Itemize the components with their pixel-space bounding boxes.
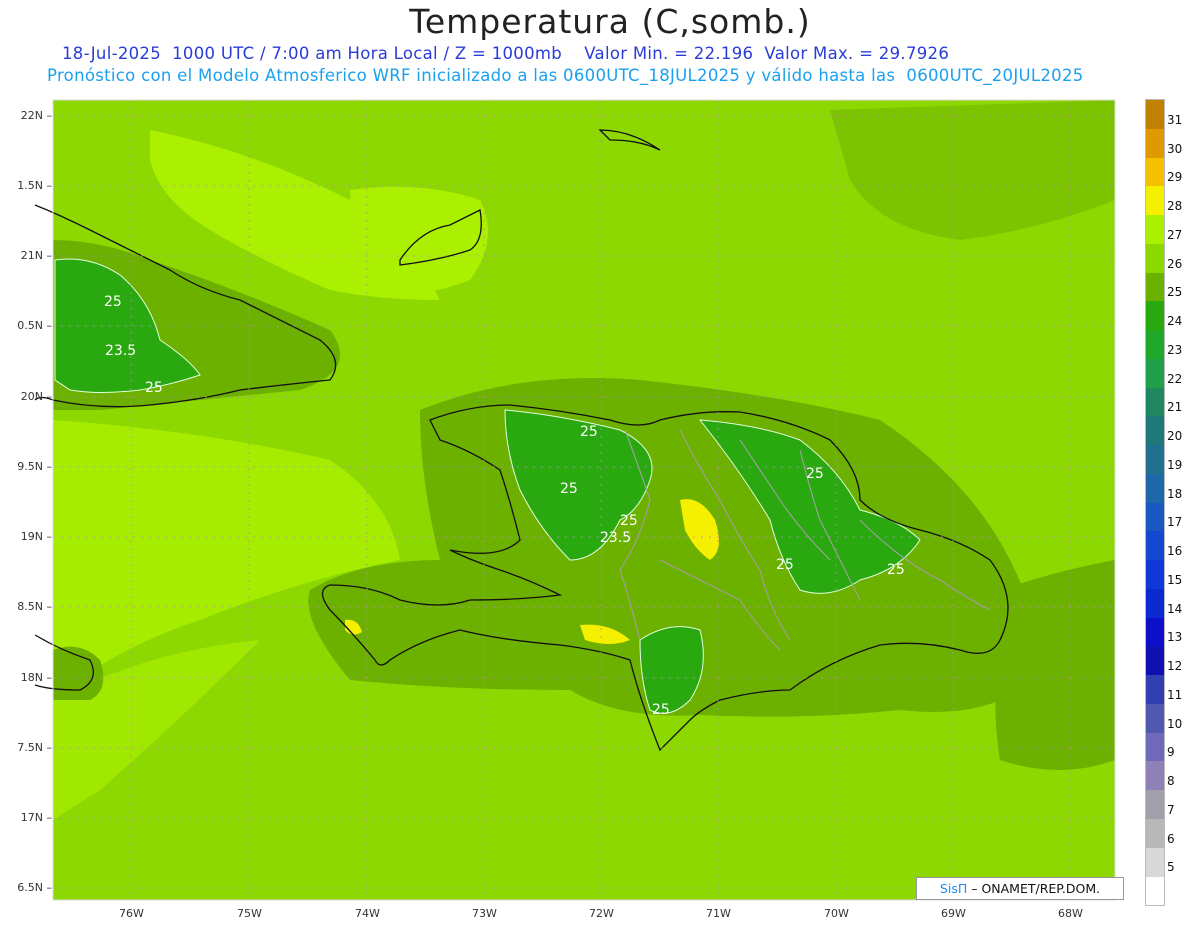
colorbar-tick-label: 24: [1167, 314, 1183, 328]
colorbar-swatch: [1146, 445, 1164, 474]
colorbar-swatch: [1146, 416, 1164, 446]
latitude-label: 19N –: [20, 530, 52, 543]
temperature-map: 25 23.5 25 25 25 25 23.5 25 25 25 25: [34, 99, 1116, 901]
colorbar-tick-label: 8: [1167, 774, 1175, 788]
cool-region-southeast: [995, 560, 1115, 770]
colorbar-tick-label: 19: [1167, 457, 1183, 472]
colorbar-swatch: [1146, 272, 1164, 302]
contour-label: 25: [560, 481, 578, 497]
longitude-label: 75W: [237, 907, 262, 920]
latitude-label: 17N –: [20, 811, 52, 824]
colorbar-tick-label: 15: [1167, 572, 1183, 587]
colorbar-swatch: [1146, 588, 1164, 618]
colorbar-swatch: [1146, 818, 1164, 848]
contour-label: 25: [652, 702, 670, 718]
colorbar-tick-label: 10: [1167, 716, 1183, 731]
colorbar-tick-label: 17: [1167, 515, 1183, 530]
colorbar-swatch: [1146, 301, 1164, 331]
longitude-label: 69W: [941, 907, 966, 920]
colorbar-tick-label: 18: [1167, 486, 1183, 501]
latitude-label: 7.5N –: [17, 741, 52, 754]
colorbar-tick-label: 14: [1167, 601, 1183, 616]
contour-label: 23.5: [600, 530, 631, 546]
longitude-label: 73W: [472, 907, 497, 920]
colorbar-swatch: [1146, 186, 1164, 216]
colorbar-tick-label: 21: [1167, 400, 1183, 415]
colorbar-swatch: [1146, 531, 1164, 561]
colorbar-swatch: [1146, 157, 1164, 187]
longitude-label: 72W: [589, 907, 614, 920]
colorbar-swatch: [1146, 617, 1164, 647]
colorbar-swatch: [1146, 732, 1164, 762]
credit-text: – ONAMET/REP.DOM.: [971, 881, 1101, 896]
credit-box: SisΠ – ONAMET/REP.DOM.: [916, 877, 1124, 900]
colorbar-swatch: [1146, 243, 1164, 273]
latitude-label: 1.5N –: [17, 179, 52, 192]
latitude-label: 8.5N –: [17, 600, 52, 613]
longitude-label: 70W: [824, 907, 849, 920]
colorbar-tick-label: 28: [1167, 199, 1183, 213]
colorbar-swatch: [1146, 387, 1164, 417]
colorbar-tick-label: 29: [1167, 170, 1183, 185]
colorbar-tick-label: 11: [1167, 687, 1183, 702]
contour-label: 25: [145, 380, 163, 396]
contour-label: 25: [104, 294, 122, 310]
colorbar-tick-label: 25: [1167, 285, 1183, 300]
colorbar-swatch: [1146, 100, 1164, 129]
colorbar-tick-label: 22: [1167, 371, 1183, 386]
latitude-label: 9.5N –: [17, 460, 52, 473]
colorbar-swatch: [1146, 473, 1164, 503]
colorbar-tick-label: 7: [1167, 802, 1175, 817]
contour-label: 25: [887, 562, 905, 578]
contour-label: 23.5: [105, 343, 136, 359]
colorbar-swatch: [1146, 703, 1164, 733]
colorbar-swatch: [1146, 128, 1164, 158]
contour-label: 25: [620, 513, 638, 529]
colorbar-tick-label: 12: [1167, 659, 1183, 673]
colorbar-swatch: [1146, 560, 1164, 589]
longitude-label: 76W: [119, 907, 144, 920]
colorbar-swatch: [1146, 646, 1164, 676]
longitude-label: 74W: [355, 907, 380, 920]
contour-label: 25: [580, 424, 598, 440]
colorbar-tick-label: 23: [1167, 342, 1183, 357]
colorbar-swatch: [1146, 358, 1164, 388]
latitude-label: 22N –: [20, 109, 52, 122]
latitude-label: 6.5N –: [17, 881, 52, 894]
latitude-label: 18N –: [20, 671, 52, 684]
colorbar-tick-label: 30: [1167, 141, 1183, 156]
colorbar-swatch: [1146, 330, 1164, 359]
contour-label: 25: [806, 466, 824, 482]
contour-label: 25: [776, 557, 794, 573]
colorbar-tick-label: 27: [1167, 227, 1183, 242]
colorbar-tick-label: 13: [1167, 630, 1183, 645]
colorbar: [1145, 99, 1165, 906]
colorbar-tick-label: 20: [1167, 429, 1183, 443]
colorbar-swatch: [1146, 215, 1164, 244]
longitude-label: 71W: [706, 907, 731, 920]
colorbar-tick-label: 9: [1167, 745, 1175, 760]
colorbar-swatch: [1146, 761, 1164, 791]
colorbar-swatch: [1146, 502, 1164, 532]
colorbar-tick-label: 31: [1167, 112, 1183, 127]
colorbar-tick-label: 26: [1167, 256, 1183, 271]
colorbar-swatch: [1146, 675, 1164, 704]
latitude-label: 20N –: [20, 390, 52, 403]
sisp-logo: SisΠ: [939, 881, 968, 896]
longitude-label: 68W: [1058, 907, 1083, 920]
colorbar-tick-label: 16: [1167, 544, 1183, 558]
latitude-label: 0.5N –: [17, 319, 52, 332]
colorbar-tick-label: 6: [1167, 831, 1175, 846]
colorbar-swatch: [1146, 847, 1164, 877]
colorbar-swatch: [1146, 790, 1164, 819]
latitude-label: 21N –: [20, 249, 52, 262]
colorbar-tick-label: 5: [1167, 860, 1175, 875]
